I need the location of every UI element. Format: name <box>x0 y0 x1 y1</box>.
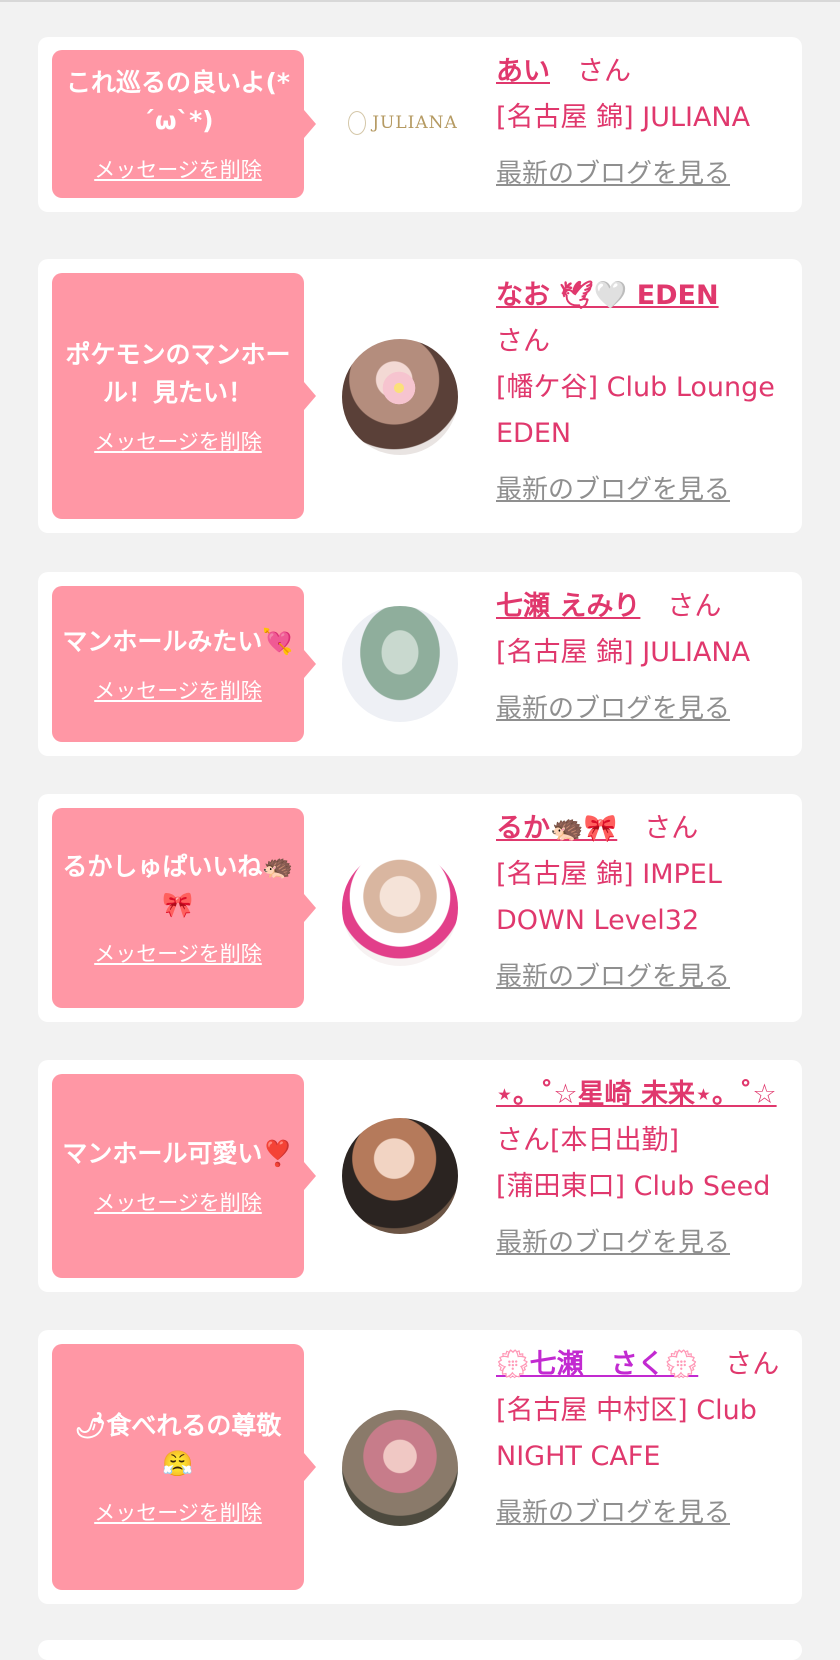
cast-name-link[interactable]: ⋆。˚☆星崎 未来⋆。˚☆ <box>496 1079 777 1110</box>
cast-avatar[interactable] <box>342 1410 458 1526</box>
message-card: マンホールみたい💘 メッセージを削除 七瀬 えみり さん [名古屋 錦] JUL… <box>38 572 802 756</box>
next-card-partial <box>38 1640 802 1660</box>
honorific: さん[本日出勤] <box>496 1125 680 1156</box>
message-card: 🌶食べれるの尊敬😤 メッセージを削除 💮七瀬 さく💮 さん [名古屋 中村区] … <box>38 1330 802 1604</box>
latest-blog-link[interactable]: 最新のブログを見る <box>496 954 786 1000</box>
message-card: ポケモンのマンホール！見たい！ メッセージを削除 なお 🕊🤍 EDEN さん [… <box>38 259 802 533</box>
delete-message-button[interactable]: メッセージを削除 <box>94 426 262 456</box>
delete-message-button[interactable]: メッセージを削除 <box>94 1497 262 1527</box>
message-text: マンホールみたい💘 <box>62 627 294 656</box>
message-text: ポケモンのマンホール！見たい！ <box>65 340 291 407</box>
shop-logo[interactable]: JULIANA <box>348 103 458 143</box>
latest-blog-link[interactable]: 最新のブログを見る <box>496 151 786 197</box>
cast-info: あい さん [名古屋 錦] JULIANA 最新のブログを見る <box>496 49 786 197</box>
cast-info: るか🦔🎀 さん [名古屋 錦] IMPEL DOWN Level32 最新のブロ… <box>496 806 786 1000</box>
cast-avatar[interactable] <box>342 339 458 455</box>
message-text: これ巡るの良いよ(*´ω`*) <box>65 68 290 135</box>
cast-info: 💮七瀬 さく💮 さん [名古屋 中村区] Club NIGHT CAFE 最新の… <box>496 1342 786 1536</box>
cast-avatar[interactable] <box>342 1118 458 1234</box>
message-text: マンホール可愛い❣️ <box>62 1139 294 1168</box>
cast-name-link[interactable]: るか🦔🎀 <box>496 813 617 844</box>
cast-avatar[interactable] <box>342 850 458 966</box>
logo-mark-icon <box>348 111 367 135</box>
honorific: さん <box>667 591 722 622</box>
cast-info: なお 🕊🤍 EDEN さん [幡ケ谷] Club Lounge EDEN 最新の… <box>496 273 786 513</box>
message-bubble: るかしゅぱいいね🦔🎀 メッセージを削除 <box>52 808 316 1008</box>
latest-blog-link[interactable]: 最新のブログを見る <box>496 686 786 732</box>
cast-info: 七瀬 えみり さん [名古屋 錦] JULIANA 最新のブログを見る <box>496 584 786 732</box>
cast-name-link[interactable]: 💮七瀬 さく💮 <box>496 1349 698 1380</box>
message-bubble: マンホールみたい💘 メッセージを削除 <box>52 586 316 742</box>
cast-name-link[interactable]: なお 🕊🤍 EDEN <box>496 280 719 311</box>
message-text: るかしゅぱいいね🦔🎀 <box>62 852 294 919</box>
latest-blog-link[interactable]: 最新のブログを見る <box>496 1490 786 1536</box>
message-bubble: 🌶食べれるの尊敬😤 メッセージを削除 <box>52 1344 316 1590</box>
honorific: さん <box>644 813 699 844</box>
message-bubble: ポケモンのマンホール！見たい！ メッセージを削除 <box>52 273 316 519</box>
shop-name: [名古屋 中村区] Club NIGHT CAFE <box>496 1395 757 1472</box>
message-card: マンホール可愛い❣️ メッセージを削除 ⋆。˚☆星崎 未来⋆。˚☆ さん[本日出… <box>38 1060 802 1292</box>
message-card: これ巡るの良いよ(*´ω`*) メッセージを削除 JULIANA あい さん [… <box>38 37 802 212</box>
message-text: 🌶食べれるの尊敬😤 <box>74 1411 282 1478</box>
message-bubble: これ巡るの良いよ(*´ω`*) メッセージを削除 <box>52 50 316 198</box>
delete-message-button[interactable]: メッセージを削除 <box>94 938 262 968</box>
latest-blog-link[interactable]: 最新のブログを見る <box>496 467 786 513</box>
latest-blog-link[interactable]: 最新のブログを見る <box>496 1220 786 1266</box>
shop-name: [名古屋 錦] IMPEL DOWN Level32 <box>496 859 722 936</box>
honorific: さん <box>496 326 550 357</box>
message-bubble: マンホール可愛い❣️ メッセージを削除 <box>52 1074 316 1278</box>
shop-name: [幡ケ谷] Club Lounge EDEN <box>496 372 775 449</box>
logo-text: JULIANA <box>372 113 458 133</box>
shop-name: [名古屋 錦] JULIANA <box>496 102 751 133</box>
cast-info: ⋆。˚☆星崎 未来⋆。˚☆ さん[本日出勤] [蒲田東口] Club Seed … <box>496 1072 786 1266</box>
cast-avatar[interactable] <box>342 606 458 722</box>
delete-message-button[interactable]: メッセージを削除 <box>94 1187 262 1217</box>
delete-message-button[interactable]: メッセージを削除 <box>94 675 262 705</box>
honorific: さん <box>725 1349 780 1380</box>
message-card: るかしゅぱいいね🦔🎀 メッセージを削除 るか🦔🎀 さん [名古屋 錦] IMPE… <box>38 794 802 1022</box>
cast-name-link[interactable]: 七瀬 えみり <box>496 591 640 622</box>
honorific: さん <box>577 56 631 87</box>
cast-name-link[interactable]: あい <box>496 56 550 87</box>
top-divider <box>0 0 840 2</box>
shop-name: [蒲田東口] Club Seed <box>496 1171 771 1202</box>
delete-message-button[interactable]: メッセージを削除 <box>94 154 262 184</box>
flower-sticker-icon <box>380 369 418 407</box>
shop-name: [名古屋 錦] JULIANA <box>496 637 751 668</box>
